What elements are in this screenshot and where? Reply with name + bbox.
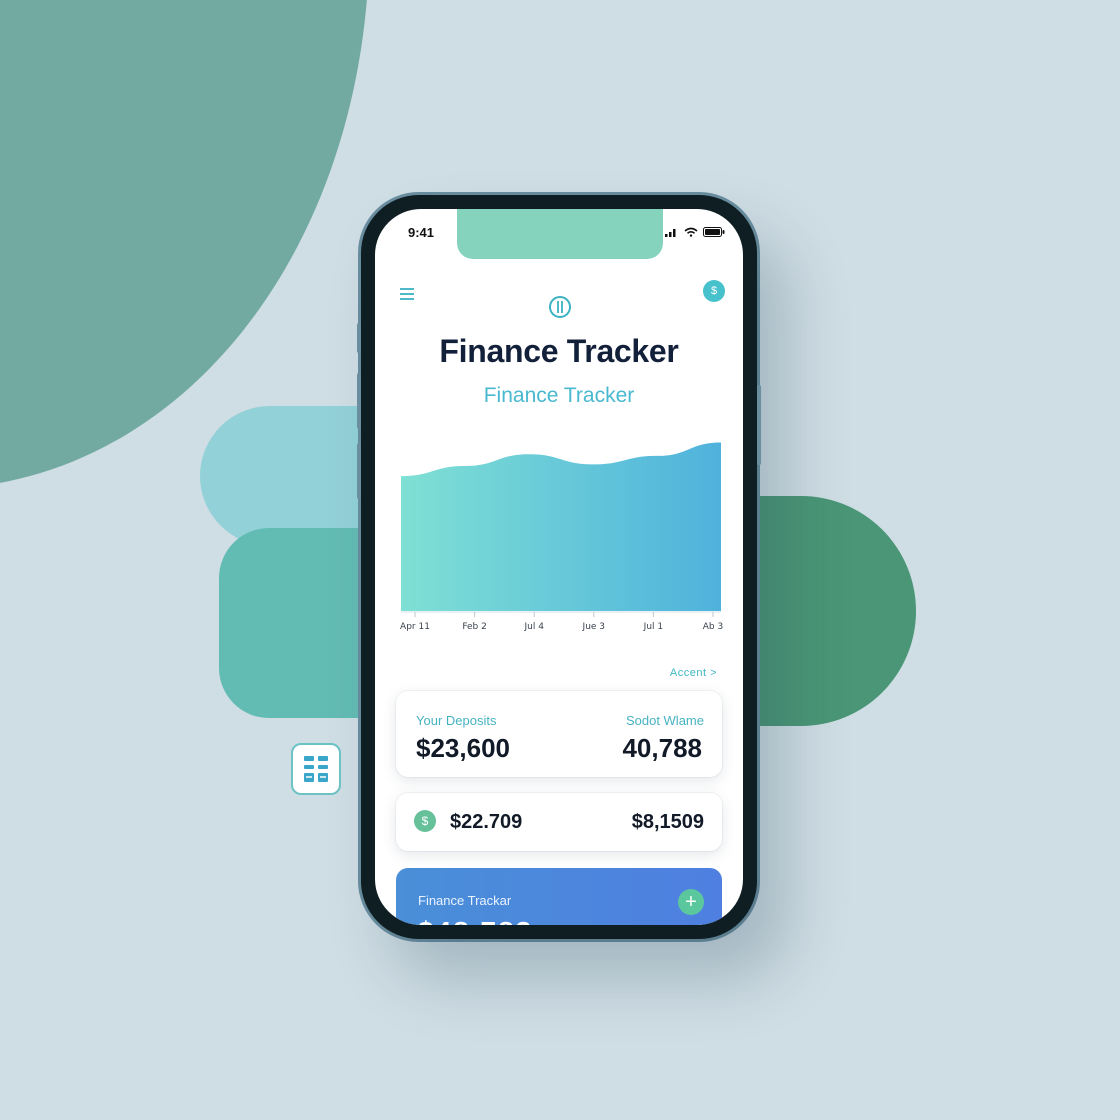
balance-left-value: $22.709 <box>450 811 523 833</box>
summary-card[interactable]: Your Deposits $23,600 Sodot Wlame 40,788 <box>396 691 722 777</box>
tracker-card[interactable]: Finance Trackar + $48,783 <box>396 868 722 925</box>
phone-frame: 9:41 $ Finance Tracker Finance Tracker A… <box>357 195 761 939</box>
balance-card[interactable]: $ $22.709 $8,1509 <box>396 793 722 851</box>
area-series <box>401 442 721 611</box>
secondary-label: Sodot Wlame <box>625 713 704 728</box>
x-tick-label: Jul 4 <box>523 622 544 632</box>
currency-badge-icon[interactable]: $ <box>703 280 725 302</box>
phone-side-button <box>357 323 361 353</box>
secondary-value: 40,788 <box>622 733 702 763</box>
x-tick-label: Apr 11 <box>400 622 430 632</box>
dollar-coin-icon: $ <box>414 810 436 832</box>
status-time: 9:41 <box>408 225 435 240</box>
balance-right-value: $8,1509 <box>631 811 704 833</box>
phone-power-button <box>757 385 761 465</box>
x-tick-label: Jul 1 <box>643 622 663 632</box>
x-tick-label: Ab 3 <box>703 622 723 632</box>
page-title: Finance Tracker <box>439 333 679 369</box>
view-more-link[interactable]: Accent > <box>670 667 717 679</box>
tracker-card-value: $48,783 <box>418 916 533 925</box>
notch <box>457 209 663 259</box>
app-logo-icon <box>549 296 571 318</box>
calculator-app-icon[interactable] <box>291 743 341 795</box>
signal-icon <box>665 229 676 237</box>
area-chart: Apr 11 Feb 2 Jul 4 Jue 3 Jul 1 Ab 3 <box>400 442 723 632</box>
hamburger-menu-icon[interactable] <box>399 287 415 301</box>
x-tick-label: Jue 3 <box>582 622 605 632</box>
phone-volume-up <box>357 373 361 429</box>
deposits-value: $23,600 <box>416 733 510 763</box>
x-tick-label: Feb 2 <box>462 622 487 632</box>
calculator-icon <box>304 756 328 782</box>
tracker-card-label: Finance Trackar <box>418 893 512 908</box>
add-button[interactable]: + <box>678 889 704 915</box>
deposits-label: Your Deposits <box>416 713 497 728</box>
phone-volume-down <box>357 443 361 499</box>
status-icons <box>665 227 725 237</box>
phone-screen: 9:41 $ Finance Tracker Finance Tracker A… <box>375 209 743 925</box>
page-subtitle: Finance Tracker <box>483 384 635 407</box>
wifi-icon <box>684 227 698 237</box>
battery-icon <box>703 227 725 237</box>
